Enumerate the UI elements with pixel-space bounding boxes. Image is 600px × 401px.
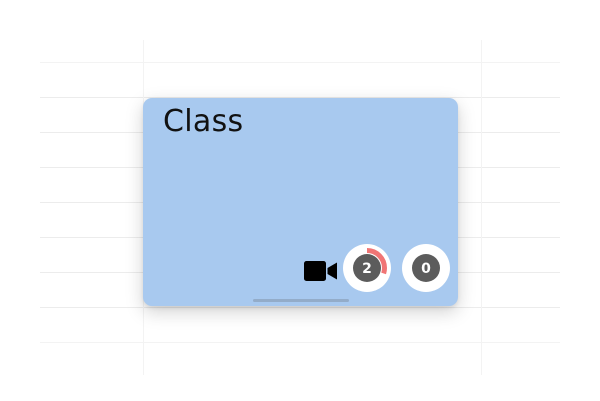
event-card[interactable]: Class 2 0 [143,98,458,306]
event-title: Class [163,104,244,139]
attendee-counter[interactable]: 0 [402,244,450,292]
attendee-counter[interactable]: 2 [343,244,391,292]
calendar-view: Class 2 0 [0,0,600,401]
resize-handle[interactable] [253,299,349,302]
video-camera-icon[interactable] [304,260,338,282]
grid-line [40,62,560,63]
counter-value: 2 [362,261,372,277]
grid-line [481,40,482,375]
grid-line [40,342,560,343]
grid-line [40,307,560,308]
counter-value: 0 [421,261,431,277]
